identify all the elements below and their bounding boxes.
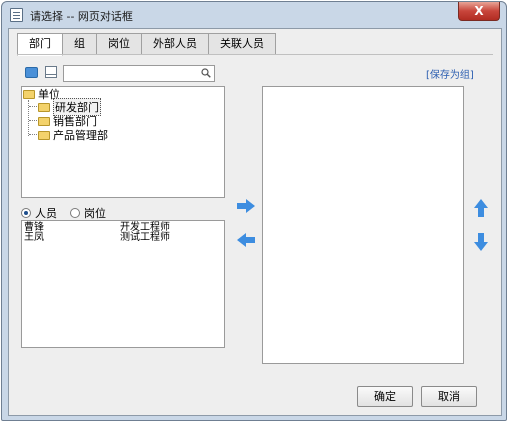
title-bar[interactable]: 请选择 -- 网页对话框 X	[2, 2, 506, 28]
person-name: 王凤	[24, 232, 44, 243]
tab-related-person[interactable]: 关联人员	[209, 33, 276, 55]
tree-node-label: 产品管理部	[53, 129, 108, 142]
arrow-right-icon[interactable]	[236, 198, 256, 214]
list-item[interactable]: 王凤 测试工程师	[24, 232, 170, 243]
person-role: 测试工程师	[120, 232, 170, 243]
dialog-client: 部门 组 岗位 外部人员 关联人员 [保存为组] 单位 研发部门 销售部门 产品…	[8, 28, 502, 416]
arrow-up-icon[interactable]	[473, 198, 489, 218]
document-icon	[10, 8, 23, 22]
tree-connector	[29, 134, 37, 135]
window-title: 请选择 -- 网页对话框	[30, 10, 133, 23]
radio-button[interactable]	[70, 208, 80, 218]
folder-icon	[38, 116, 50, 126]
person-list: 曹锋 开发工程师 王凤 测试工程师	[21, 220, 225, 348]
close-icon: X	[474, 4, 484, 18]
dialog-window: 请选择 -- 网页对话框 X 部门 组 岗位 外部人员 关联人员 [保存为组]	[1, 1, 507, 421]
user-add-icon[interactable]	[25, 67, 38, 78]
card-icon[interactable]	[45, 66, 57, 78]
arrow-down-icon[interactable]	[473, 232, 489, 252]
close-button[interactable]: X	[458, 2, 500, 21]
arrow-left-icon[interactable]	[236, 232, 256, 248]
org-tree: 单位 研发部门 销售部门 产品管理部	[21, 86, 225, 198]
radio-button[interactable]	[21, 208, 31, 218]
folder-icon	[38, 102, 50, 112]
folder-icon	[38, 130, 50, 140]
radio-label: 人员	[35, 207, 57, 220]
radio-position[interactable]: 岗位	[70, 205, 106, 221]
tree-node-product[interactable]: 产品管理部	[38, 128, 108, 142]
tab-bar: 部门 组 岗位 外部人员 关联人员	[17, 33, 276, 56]
tree-connector	[29, 120, 37, 121]
search-icon[interactable]	[201, 68, 211, 78]
tab-position[interactable]: 岗位	[97, 33, 142, 55]
tree-connector	[29, 106, 37, 107]
tree-node-rnd[interactable]: 研发部门	[38, 98, 101, 116]
selected-list[interactable]	[262, 86, 464, 364]
search-input[interactable]	[66, 67, 196, 80]
radio-label: 岗位	[84, 207, 106, 220]
folder-icon	[23, 89, 35, 99]
radio-person[interactable]: 人员	[21, 205, 57, 221]
tab-group[interactable]: 组	[63, 33, 97, 55]
search-field[interactable]	[63, 65, 215, 82]
tab-external-person[interactable]: 外部人员	[142, 33, 209, 55]
tree-node-sales[interactable]: 销售部门	[38, 114, 97, 128]
tab-department[interactable]: 部门	[17, 33, 63, 56]
cancel-button[interactable]: 取消	[421, 386, 477, 407]
save-as-group-link[interactable]: [保存为组]	[426, 66, 474, 81]
tab-divider	[17, 54, 493, 55]
ok-button[interactable]: 确定	[357, 386, 413, 407]
